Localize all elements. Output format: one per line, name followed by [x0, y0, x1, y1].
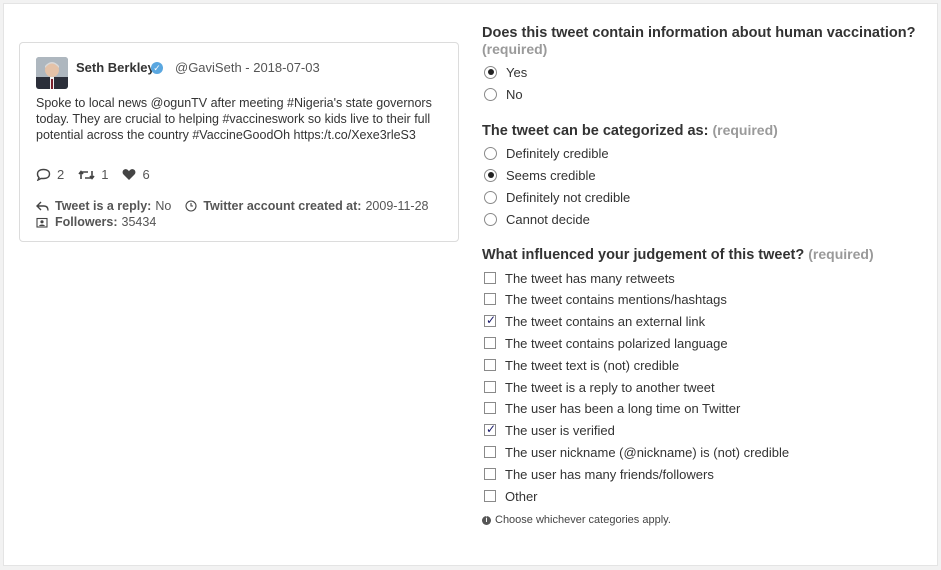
q3-option-many-retweets[interactable]: The tweet has many retweets [484, 270, 675, 286]
q3-option-label: The tweet contains polarized language [505, 335, 728, 351]
q2-title-text: The tweet can be categorized as: [482, 123, 709, 139]
radio-cannot-decide[interactable] [484, 212, 497, 226]
q1-title: Does this tweet contain information abou… [482, 25, 915, 58]
checkbox[interactable] [484, 446, 496, 458]
followers-label: Followers: [55, 215, 118, 229]
heart-icon [123, 169, 136, 180]
q3-option-followers[interactable]: The user has many friends/followers [484, 466, 714, 482]
reply-arrow-icon [36, 201, 49, 211]
tweet-metrics: 2 1 6 [36, 167, 164, 182]
checkbox[interactable] [484, 422, 496, 436]
q3-title: What influenced your judgement of this t… [482, 246, 874, 263]
q3-option-polarized-language[interactable]: The tweet contains polarized language [484, 335, 728, 351]
checkbox[interactable] [484, 272, 496, 284]
followers-row: Followers: 35434 [36, 215, 156, 229]
account-created-value: 2009-11-28 [365, 199, 429, 213]
is-reply-label: Tweet is a reply: [55, 199, 152, 213]
q2-option-seems-credible[interactable]: Seems credible [484, 167, 596, 183]
radio-no[interactable] [484, 87, 497, 101]
q1-required: (required) [482, 41, 548, 57]
q3-option-label: The user has been a long time on Twitter [505, 400, 741, 416]
radio-seems-credible[interactable] [484, 168, 497, 182]
q3-hint: i Choose whichever categories apply. [482, 514, 671, 526]
account-created-label: Twitter account created at: [203, 199, 362, 213]
checkbox[interactable] [484, 490, 496, 502]
avatar [36, 57, 68, 89]
checkbox[interactable] [484, 313, 496, 327]
radio-definitely-credible[interactable] [484, 146, 497, 160]
reply-status-row: Tweet is a reply: No Twitter account cre… [36, 199, 428, 213]
author-handle-date: @GaviSeth - 2018-07-03 [175, 60, 320, 75]
q3-option-label: The tweet contains an external link [505, 313, 706, 329]
reply-count: 2 [36, 167, 64, 182]
q3-option-label: The user is verified [505, 422, 615, 438]
reply-bubble-icon [36, 168, 51, 181]
q2-option-definitely-not-credible[interactable]: Definitely not credible [484, 189, 630, 205]
clock-icon [185, 200, 197, 212]
checkbox[interactable] [484, 293, 496, 305]
q3-hint-text: Choose whichever categories apply. [495, 514, 671, 526]
checkbox[interactable] [484, 337, 496, 349]
q1-option-label: No [506, 86, 523, 102]
radio-definitely-not-credible[interactable] [484, 190, 497, 204]
q3-title-text: What influenced your judgement of this t… [482, 247, 805, 263]
q3-option-label: The user nickname (@nickname) is (not) c… [505, 444, 790, 460]
is-reply-value: No [155, 199, 172, 213]
q1-option-no[interactable]: No [484, 86, 523, 102]
checkbox[interactable] [484, 402, 496, 414]
q3-option-nickname[interactable]: The user nickname (@nickname) is (not) c… [484, 444, 789, 460]
checkbox[interactable] [484, 359, 496, 371]
q2-option-definitely-credible[interactable]: Definitely credible [484, 145, 609, 161]
q3-option-label: The user has many friends/followers [505, 466, 714, 482]
q2-required: (required) [712, 122, 778, 138]
user-card-icon [36, 217, 48, 228]
q1-title-text: Does this tweet contain information abou… [482, 25, 916, 41]
retweet-count-value: 1 [101, 167, 109, 182]
q3-required: (required) [808, 246, 874, 262]
author-name: Seth Berkley [76, 60, 155, 75]
q3-option-external-link[interactable]: The tweet contains an external link [484, 313, 705, 329]
like-count-value: 6 [142, 167, 150, 182]
tweet-card: Seth Berkley ✓ @GaviSeth - 2018-07-03 Sp… [19, 42, 459, 242]
q3-option-label: The tweet has many retweets [505, 270, 675, 286]
q3-option-mentions-hashtags[interactable]: The tweet contains mentions/hashtags [484, 291, 727, 307]
q2-option-label: Definitely not credible [506, 189, 631, 205]
q3-option-text-credible[interactable]: The tweet text is (not) credible [484, 357, 679, 373]
checkbox[interactable] [484, 381, 496, 393]
radio-yes[interactable] [484, 65, 497, 79]
retweet-icon [78, 169, 95, 180]
info-icon: i [482, 515, 491, 525]
q3-option-long-time[interactable]: The user has been a long time on Twitter [484, 400, 740, 416]
q2-option-cannot-decide[interactable]: Cannot decide [484, 211, 590, 227]
checkbox[interactable] [484, 468, 496, 480]
q2-title: The tweet can be categorized as: (requir… [482, 122, 778, 139]
q3-option-reply[interactable]: The tweet is a reply to another tweet [484, 379, 715, 395]
q3-option-verified[interactable]: The user is verified [484, 422, 615, 438]
reply-count-value: 2 [57, 167, 65, 182]
tweet-text: Spoke to local news @ogunTV after meetin… [36, 96, 432, 142]
q3-option-label: The tweet contains mentions/hashtags [505, 291, 727, 307]
q3-option-label: The tweet text is (not) credible [505, 357, 680, 373]
like-count: 6 [122, 167, 150, 182]
q2-option-label: Cannot decide [506, 211, 590, 227]
q2-option-label: Definitely credible [506, 145, 609, 161]
q3-option-label: The tweet is a reply to another tweet [505, 379, 715, 395]
followers-value: 35434 [121, 215, 157, 229]
q3-option-other[interactable]: Other [484, 488, 538, 504]
q3-option-label: Other [505, 488, 538, 504]
retweet-count: 1 [78, 167, 108, 182]
q1-option-label: Yes [506, 64, 528, 80]
q1-option-yes[interactable]: Yes [484, 64, 527, 80]
q2-option-label: Seems credible [506, 167, 596, 183]
verified-badge-icon: ✓ [151, 62, 163, 74]
